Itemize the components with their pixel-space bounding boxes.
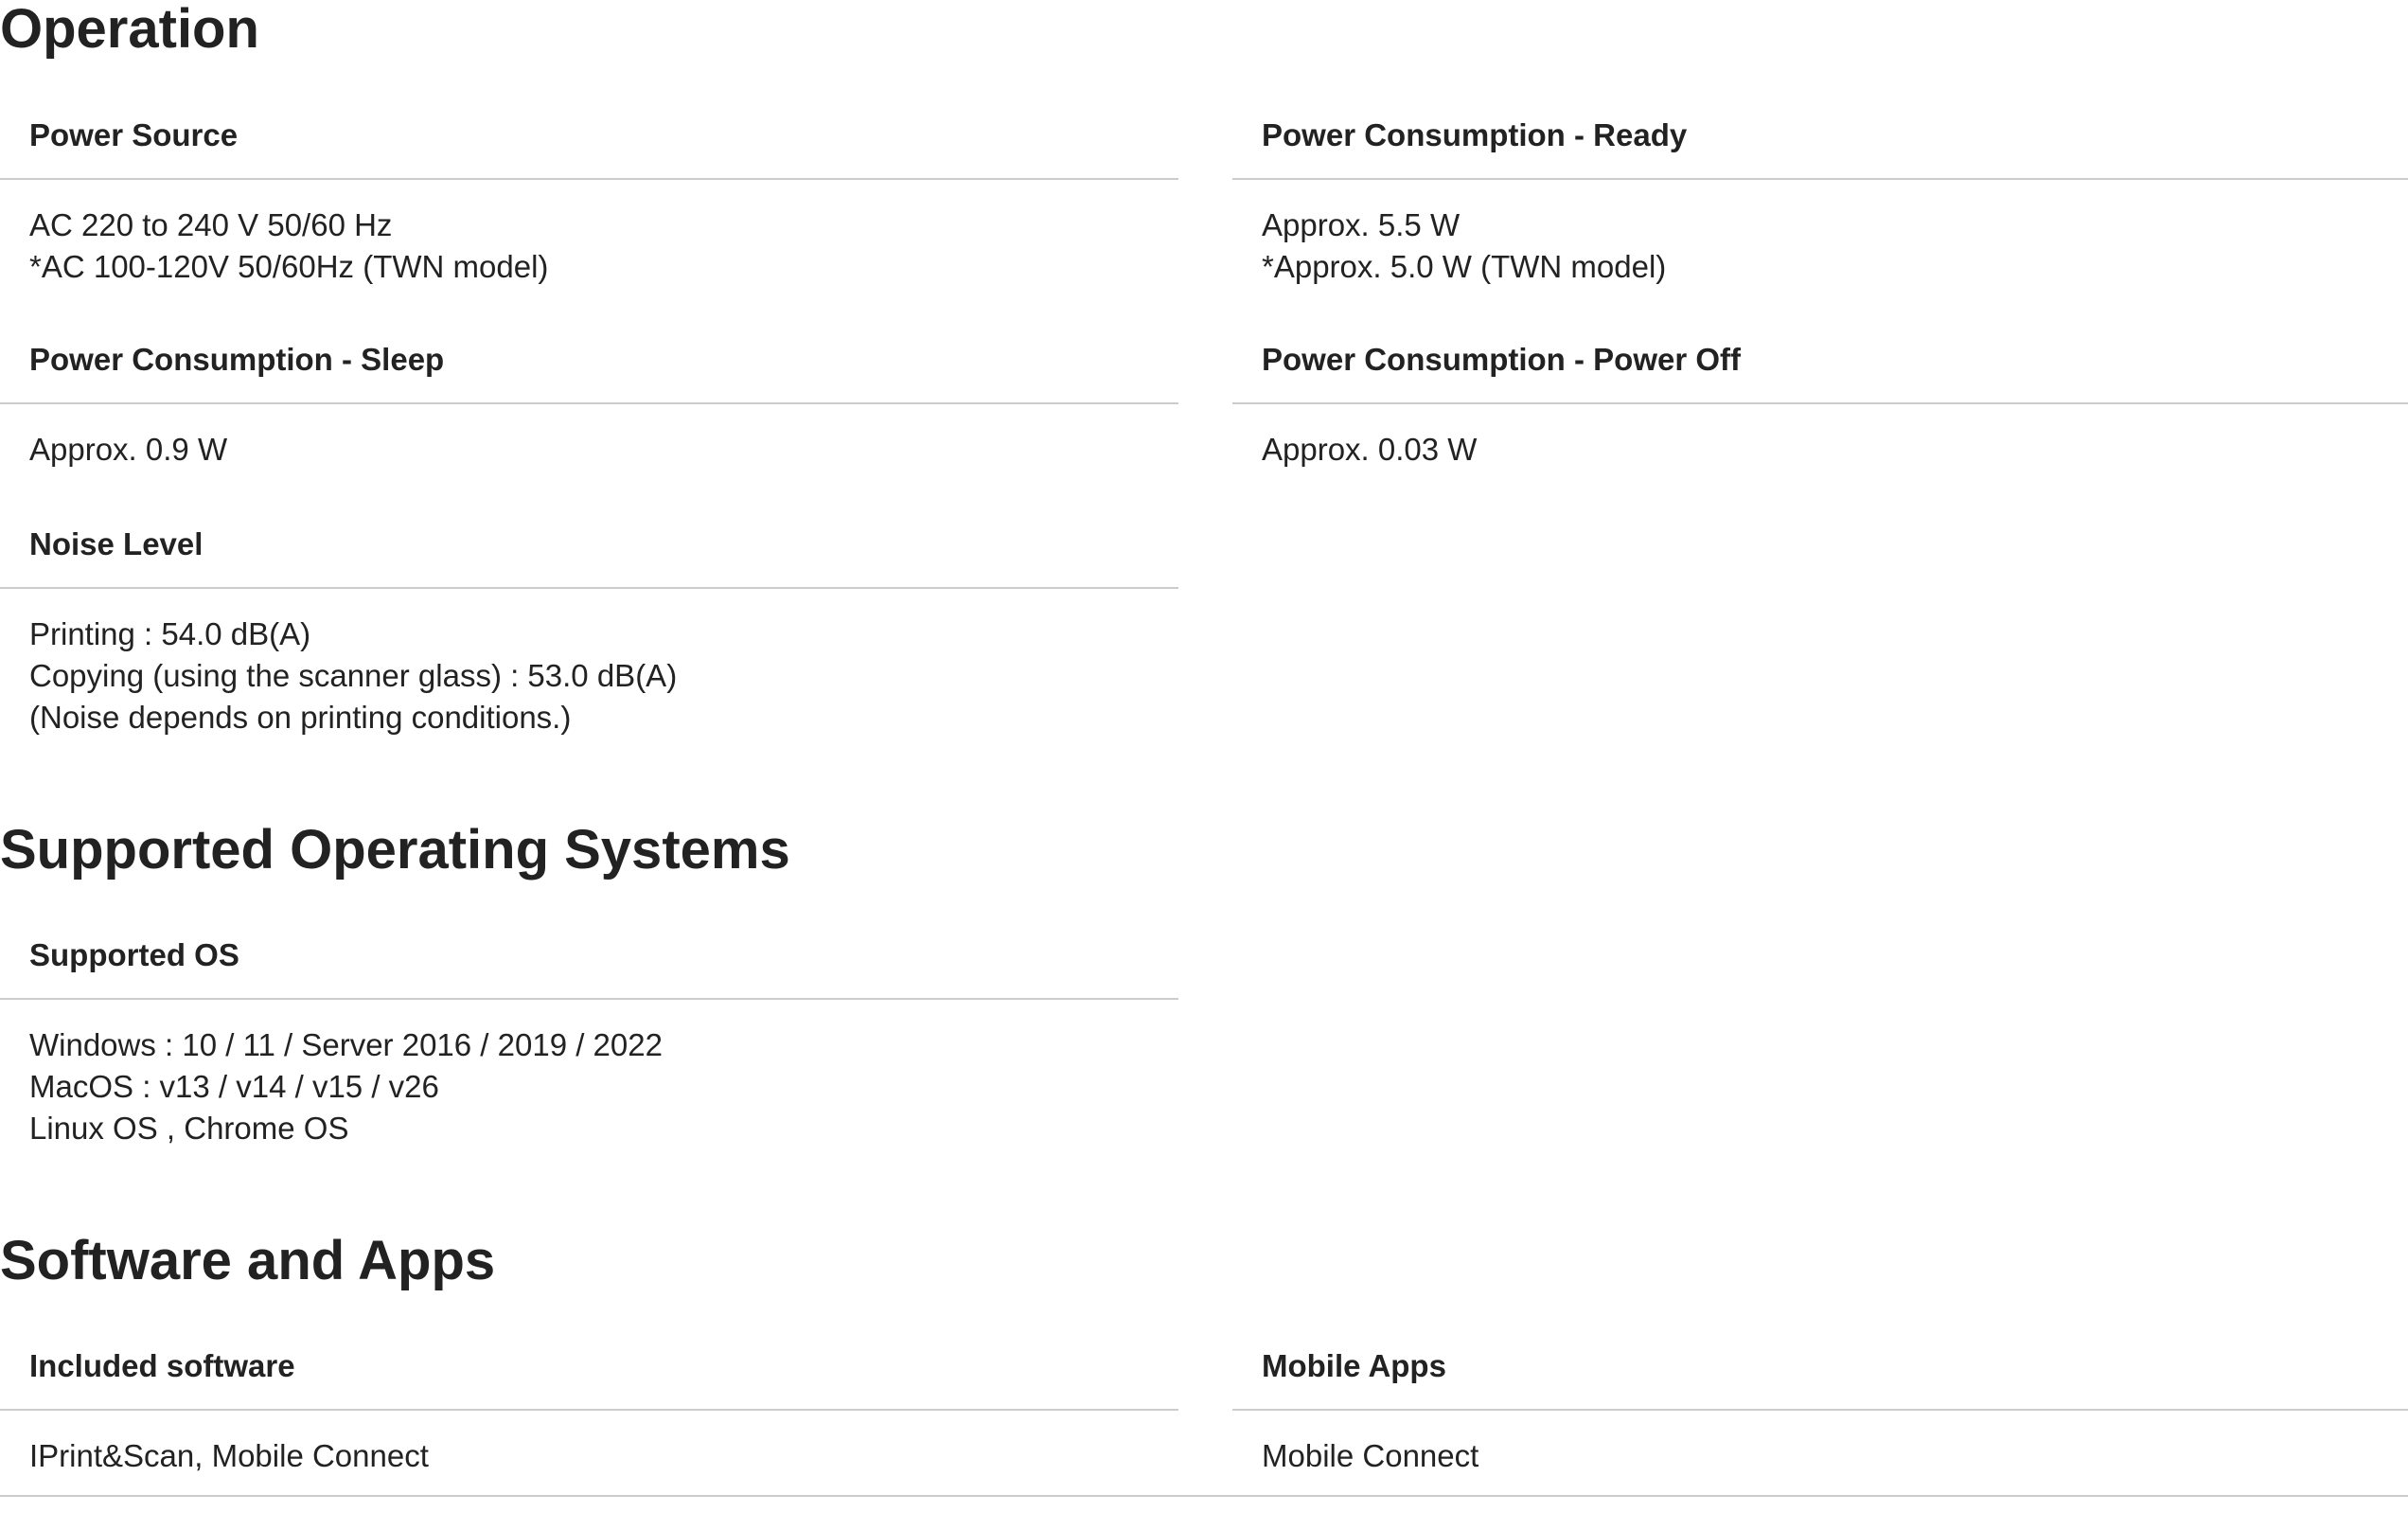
spec-label: Power Consumption - Power Off [1232,314,2408,404]
spec-power-consumption-ready: Power Consumption - Ready Approx. 5.5 W … [1232,90,2408,288]
spec-power-consumption-power-off: Power Consumption - Power Off Approx. 0.… [1232,314,2408,471]
spec-included-software: Included software IPrint&Scan, Mobile Co… [0,1321,1178,1477]
spec-noise-level: Noise Level Printing : 54.0 dB(A) Copyin… [0,499,1178,738]
value-line: Windows : 10 / 11 / Server 2016 / 2019 /… [29,1027,663,1062]
spec-label: Mobile Apps [1232,1321,2408,1411]
spec-value: AC 220 to 240 V 50/60 Hz *AC 100-120V 50… [0,180,1178,288]
value-line: Copying (using the scanner glass) : 53.0… [29,658,678,693]
value-line: Approx. 0.9 W [29,432,228,467]
value-line: (Noise depends on printing conditions.) [29,700,572,735]
value-line: *Approx. 5.0 W (TWN model) [1262,249,1667,284]
value-line: MacOS : v13 / v14 / v15 / v26 [29,1069,439,1104]
section-title-supported-os: Supported Operating Systems [0,819,790,881]
spec-value: Windows : 10 / 11 / Server 2016 / 2019 /… [0,1000,1178,1149]
spec-value: Mobile Connect [1232,1411,2408,1477]
spec-value: IPrint&Scan, Mobile Connect [0,1411,1178,1477]
value-line: AC 220 to 240 V 50/60 Hz [29,207,393,242]
spec-label: Included software [0,1321,1178,1411]
spec-label: Supported OS [0,910,1178,1000]
spec-value: Approx. 0.03 W [1232,404,2408,471]
value-line: Linux OS , Chrome OS [29,1111,349,1146]
spec-mobile-apps: Mobile Apps Mobile Connect [1232,1321,2408,1477]
value-line: IPrint&Scan, Mobile Connect [29,1438,429,1473]
section-title-operation: Operation [0,0,259,60]
section-title-software-and-apps: Software and Apps [0,1230,496,1291]
spec-label: Power Consumption - Sleep [0,314,1178,404]
value-line: Printing : 54.0 dB(A) [29,616,311,651]
spec-value: Printing : 54.0 dB(A) Copying (using the… [0,589,1178,738]
spec-label: Power Source [0,90,1178,180]
value-line: *AC 100-120V 50/60Hz (TWN model) [29,249,549,284]
spec-supported-os: Supported OS Windows : 10 / 11 / Server … [0,910,1178,1149]
value-line: Approx. 5.5 W [1262,207,1461,242]
value-line: Approx. 0.03 W [1262,432,1478,467]
value-line: Mobile Connect [1262,1438,1479,1473]
bottom-divider [0,1495,2408,1497]
spec-label: Noise Level [0,499,1178,589]
spec-value: Approx. 5.5 W *Approx. 5.0 W (TWN model) [1232,180,2408,288]
spec-label: Power Consumption - Ready [1232,90,2408,180]
spec-power-source: Power Source AC 220 to 240 V 50/60 Hz *A… [0,90,1178,288]
spec-power-consumption-sleep: Power Consumption - Sleep Approx. 0.9 W [0,314,1178,471]
spec-value: Approx. 0.9 W [0,404,1178,471]
